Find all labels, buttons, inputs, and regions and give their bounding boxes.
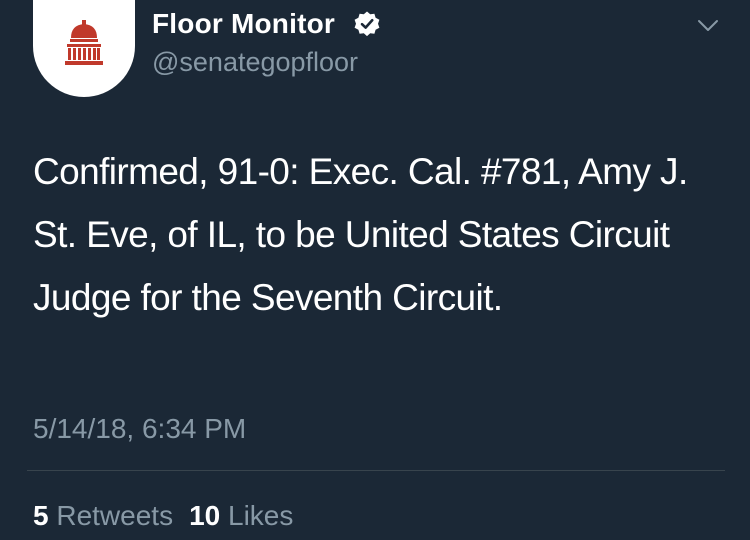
likes-stat[interactable]: 10 Likes [189, 500, 293, 531]
account-handle[interactable]: @senategopfloor [152, 46, 358, 78]
likes-count: 10 [189, 500, 221, 531]
tweet-stats: 5 Retweets 10 Likes [33, 499, 309, 533]
capitol-dome-icon [65, 20, 103, 65]
tweet-card: Floor Monitor @senategopfloor Confirmed,… [0, 0, 750, 540]
retweets-stat[interactable]: 5 Retweets [33, 500, 173, 531]
divider [27, 470, 725, 471]
avatar[interactable] [33, 0, 135, 97]
display-name[interactable]: Floor Monitor [152, 6, 335, 42]
likes-label: Likes [228, 500, 294, 531]
retweets-count: 5 [33, 500, 49, 531]
tweet-timestamp[interactable]: 5/14/18, 6:34 PM [33, 412, 246, 446]
tweet-text: Confirmed, 91-0: Exec. Cal. #781, Amy J.… [33, 151, 688, 318]
retweets-label: Retweets [56, 500, 174, 531]
chevron-down-icon[interactable] [697, 19, 719, 33]
verified-badge-icon [354, 11, 380, 37]
